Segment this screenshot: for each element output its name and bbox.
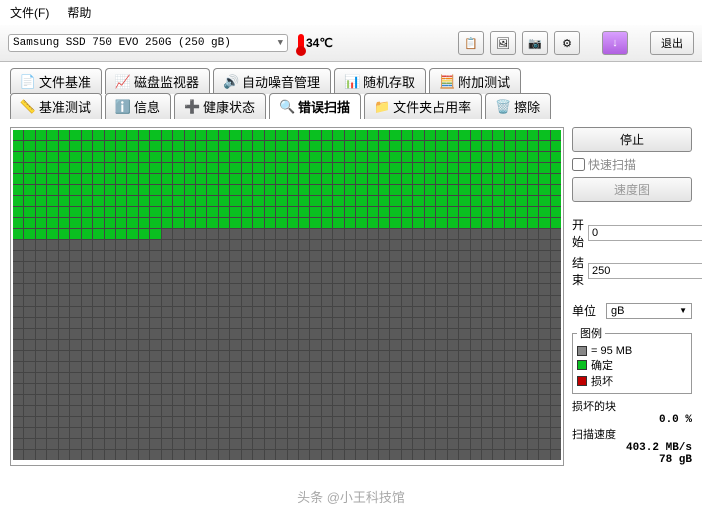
chevron-down-icon: ▼ xyxy=(278,38,283,48)
speedmap-button[interactable]: 速度图 xyxy=(572,177,692,202)
tab-icon: 📈 xyxy=(116,75,130,89)
temperature: 34℃ xyxy=(298,34,333,52)
tab-磁盘监视器[interactable]: 📈 磁盘监视器 xyxy=(105,68,210,94)
tab-icon: 🗑️ xyxy=(496,100,510,114)
thermometer-icon xyxy=(298,34,304,52)
quick-scan-checkbox[interactable]: 快速扫描 xyxy=(572,156,692,173)
tab-错误扫描[interactable]: 🔍 错误扫描 xyxy=(269,93,361,119)
legend-box: 图例 = 95 MB 确定 损坏 xyxy=(572,325,692,394)
tab-icon: 📁 xyxy=(375,100,389,114)
tab-icon: 📄 xyxy=(21,75,35,89)
tab-label: 磁盘监视器 xyxy=(134,72,199,91)
speed-title: 扫描速度 xyxy=(572,426,692,442)
bad-icon xyxy=(577,376,587,386)
scan-grid xyxy=(13,130,561,460)
tab-附加测试[interactable]: 🧮 附加测试 xyxy=(429,68,521,94)
tab-label: 自动噪音管理 xyxy=(242,72,320,91)
stop-button[interactable]: 停止 xyxy=(572,127,692,152)
tab-icon: ➕ xyxy=(185,100,199,114)
tab-icon: 🔊 xyxy=(224,75,238,89)
damaged-value: 0.0 % xyxy=(572,414,692,426)
tab-label: 随机存取 xyxy=(363,72,415,91)
tab-icon: ℹ️ xyxy=(116,100,130,114)
tab-label: 文件夹占用率 xyxy=(393,97,471,116)
copy-text-button[interactable]: 📋 xyxy=(458,31,484,55)
screenshot-button[interactable]: 📷 xyxy=(522,31,548,55)
exit-button[interactable]: 退出 xyxy=(650,31,694,55)
damaged-title: 损坏的块 xyxy=(572,398,692,414)
tab-擦除[interactable]: 🗑️ 擦除 xyxy=(485,93,551,119)
tab-label: 错误扫描 xyxy=(298,97,350,116)
watermark: 头条 @小王科技馆 xyxy=(297,487,405,506)
tab-icon: 📏 xyxy=(21,100,35,114)
drive-label: Samsung SSD 750 EVO 250G (250 gB) xyxy=(13,37,231,49)
copy-image-button[interactable]: 🖼 xyxy=(490,31,516,55)
ok-icon xyxy=(577,360,587,370)
tab-基准测试[interactable]: 📏 基准测试 xyxy=(10,93,102,119)
tab-icon: 📊 xyxy=(345,75,359,89)
menu-help[interactable]: 帮助 xyxy=(67,4,91,21)
end-label: 结束 xyxy=(572,254,584,288)
end-input[interactable] xyxy=(588,263,702,279)
start-label: 开始 xyxy=(572,216,584,250)
unit-label: 单位 xyxy=(572,302,602,319)
position-value: 78 gB xyxy=(572,454,692,466)
menu-file[interactable]: 文件(F) xyxy=(10,4,49,21)
tab-label: 基准测试 xyxy=(39,97,91,116)
tab-健康状态[interactable]: ➕ 健康状态 xyxy=(174,93,266,119)
tab-信息[interactable]: ℹ️ 信息 xyxy=(105,93,171,119)
drive-select[interactable]: Samsung SSD 750 EVO 250G (250 gB) ▼ xyxy=(8,34,288,52)
chevron-down-icon: ▼ xyxy=(679,306,687,315)
tab-icon: 🧮 xyxy=(440,75,454,89)
tab-label: 附加测试 xyxy=(458,72,510,91)
block-icon xyxy=(577,346,587,356)
download-button[interactable]: ↓ xyxy=(602,31,628,55)
tab-label: 文件基准 xyxy=(39,72,91,91)
speed-value: 403.2 MB/s xyxy=(572,442,692,454)
tab-icon: 🔍 xyxy=(280,100,294,114)
settings-button[interactable]: ⚙ xyxy=(554,31,580,55)
tab-文件夹占用率[interactable]: 📁 文件夹占用率 xyxy=(364,93,482,119)
scan-grid-panel xyxy=(10,127,564,466)
tab-label: 信息 xyxy=(134,97,160,116)
unit-select[interactable]: gB ▼ xyxy=(606,303,692,319)
tab-label: 健康状态 xyxy=(203,97,255,116)
tab-label: 擦除 xyxy=(514,97,540,116)
tab-自动噪音管理[interactable]: 🔊 自动噪音管理 xyxy=(213,68,331,94)
tab-随机存取[interactable]: 📊 随机存取 xyxy=(334,68,426,94)
start-input[interactable] xyxy=(588,225,702,241)
tab-文件基准[interactable]: 📄 文件基准 xyxy=(10,68,102,94)
